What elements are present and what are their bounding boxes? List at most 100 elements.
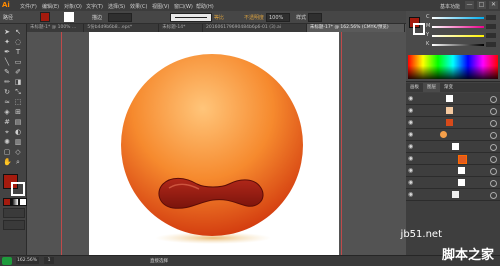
eye-icon[interactable]: ◉: [408, 143, 413, 150]
black-slider[interactable]: [432, 44, 484, 46]
target-icon[interactable]: [490, 96, 497, 103]
zoom-field[interactable]: 162.56%: [16, 257, 39, 264]
layer-row[interactable]: ◉: [406, 177, 500, 189]
layer-row[interactable]: ◉: [406, 165, 500, 177]
eye-icon[interactable]: ◉: [408, 167, 413, 174]
menu-edit[interactable]: 编辑(E): [42, 3, 59, 10]
layer-row[interactable]: ◉: [406, 189, 500, 201]
eye-icon[interactable]: ◉: [408, 191, 413, 198]
artboard[interactable]: [89, 32, 339, 255]
eye-icon[interactable]: ◉: [408, 107, 413, 114]
close-button[interactable]: ✕: [489, 1, 498, 9]
lasso-tool-icon[interactable]: ◌: [14, 38, 22, 46]
rotate-tool-icon[interactable]: ↻: [3, 88, 11, 96]
layer-row[interactable]: ◉: [406, 105, 500, 117]
layer-row[interactable]: ◉: [406, 117, 500, 129]
tab-document-2[interactable]: 5份b4d9b6b8...eps*: [84, 24, 160, 32]
workspace-switcher[interactable]: 基本功能: [440, 3, 460, 10]
target-icon[interactable]: [490, 192, 497, 199]
blend-tool-icon[interactable]: ◐: [14, 128, 22, 136]
menu-view[interactable]: 视图(V): [152, 3, 169, 10]
style-field[interactable]: [308, 13, 322, 22]
zoom-tool-icon[interactable]: ⌕: [14, 158, 22, 166]
eyedropper-tool-icon[interactable]: ⌖: [3, 128, 11, 136]
selection-tool-icon[interactable]: ➤: [3, 28, 11, 36]
slice-tool-icon[interactable]: ◇: [14, 148, 22, 156]
eye-icon[interactable]: ◉: [408, 119, 413, 126]
opacity-field[interactable]: 100%: [266, 13, 290, 22]
stroke-profile-field[interactable]: [170, 13, 212, 22]
symbol-sprayer-tool-icon[interactable]: ✺: [3, 138, 11, 146]
none-mode-icon[interactable]: [19, 198, 27, 206]
menu-effect[interactable]: 效果(C): [130, 3, 147, 10]
perspective-grid-tool-icon[interactable]: ⊞: [14, 108, 22, 116]
eye-icon[interactable]: ◉: [408, 155, 413, 162]
screen-mode-icon[interactable]: [3, 220, 25, 230]
target-icon[interactable]: [490, 120, 497, 127]
stroke-swatch[interactable]: [64, 12, 74, 22]
mesh-tool-icon[interactable]: #: [3, 118, 11, 126]
hand-tool-icon[interactable]: ✋: [3, 158, 12, 166]
blob-brush-tool-icon[interactable]: ✏: [3, 78, 11, 86]
target-icon[interactable]: [490, 132, 497, 139]
target-icon[interactable]: [490, 144, 497, 151]
m-field[interactable]: [486, 24, 496, 29]
graph-tool-icon[interactable]: ▥: [14, 138, 22, 146]
cyan-slider[interactable]: [432, 17, 484, 19]
artboard-tool-icon[interactable]: ▢: [3, 148, 11, 156]
tab-gradient[interactable]: 渐变: [440, 83, 457, 92]
color-mode-icon[interactable]: [3, 198, 11, 206]
color-panel-stroke[interactable]: [413, 23, 425, 35]
orange-ball[interactable]: [121, 54, 303, 236]
drawing-modes-icon[interactable]: [3, 208, 25, 218]
yellow-slider[interactable]: [432, 35, 484, 37]
tab-document-active[interactable]: 未标题-17* @ 162.56% (CMYK/预览): [306, 24, 405, 32]
target-icon[interactable]: [490, 156, 497, 163]
stroke-color-box[interactable]: [11, 182, 25, 196]
line-tool-icon[interactable]: ╲: [3, 58, 11, 66]
pen-tool-icon[interactable]: ✒: [3, 48, 11, 56]
tab-artboards[interactable]: 画板: [406, 83, 423, 92]
magic-wand-tool-icon[interactable]: ✦: [3, 38, 11, 46]
eye-icon[interactable]: ◉: [408, 95, 413, 102]
target-icon[interactable]: [490, 168, 497, 175]
layer-row[interactable]: ◉: [406, 153, 500, 165]
fill-swatch[interactable]: [40, 12, 50, 22]
eraser-tool-icon[interactable]: ◨: [14, 78, 22, 86]
page-field[interactable]: 1: [44, 257, 54, 264]
tab-document-3[interactable]: 未标题-14*: [159, 24, 204, 32]
layer-row[interactable]: ◉: [406, 93, 500, 105]
minimize-button[interactable]: —: [465, 1, 474, 9]
canvas-area[interactable]: [27, 32, 405, 255]
warp-tool-icon[interactable]: ≈: [3, 98, 11, 106]
menu-object[interactable]: 对象(O): [64, 3, 82, 10]
scale-tool-icon[interactable]: ⤡: [14, 88, 22, 96]
free-transform-tool-icon[interactable]: ⬚: [14, 98, 22, 106]
target-icon[interactable]: [490, 108, 497, 115]
color-spectrum[interactable]: [408, 55, 498, 79]
k-field[interactable]: [486, 42, 496, 47]
type-tool-icon[interactable]: T: [14, 48, 22, 56]
tab-document-1[interactable]: 未标题-1* @ 100% ...: [27, 24, 85, 32]
gradient-mode-icon[interactable]: [11, 198, 19, 206]
menu-file[interactable]: 文件(F): [20, 3, 37, 10]
layer-row[interactable]: ◉: [406, 129, 500, 141]
c-field[interactable]: [486, 15, 496, 20]
layer-row[interactable]: ◉: [406, 141, 500, 153]
direct-selection-tool-icon[interactable]: ↖: [14, 28, 22, 36]
paintbrush-tool-icon[interactable]: ✎: [3, 68, 11, 76]
eye-icon[interactable]: ◉: [408, 131, 413, 138]
magenta-slider[interactable]: [432, 26, 484, 28]
menu-help[interactable]: 帮助(H): [196, 3, 214, 10]
menu-type[interactable]: 文字(T): [86, 3, 103, 10]
tab-document-4[interactable]: 201606179690484b6p6-01 (3).ai: [203, 24, 307, 32]
maximize-button[interactable]: □: [477, 1, 486, 9]
tab-layers[interactable]: 图层: [423, 83, 440, 92]
shape-builder-tool-icon[interactable]: ◈: [3, 108, 11, 116]
eye-icon[interactable]: ◉: [408, 179, 413, 186]
menu-window[interactable]: 窗口(W): [174, 3, 193, 10]
pencil-tool-icon[interactable]: ✐: [14, 68, 22, 76]
y-field[interactable]: [486, 33, 496, 38]
menu-select[interactable]: 选择(S): [108, 3, 125, 10]
stroke-weight-field[interactable]: [108, 13, 132, 22]
